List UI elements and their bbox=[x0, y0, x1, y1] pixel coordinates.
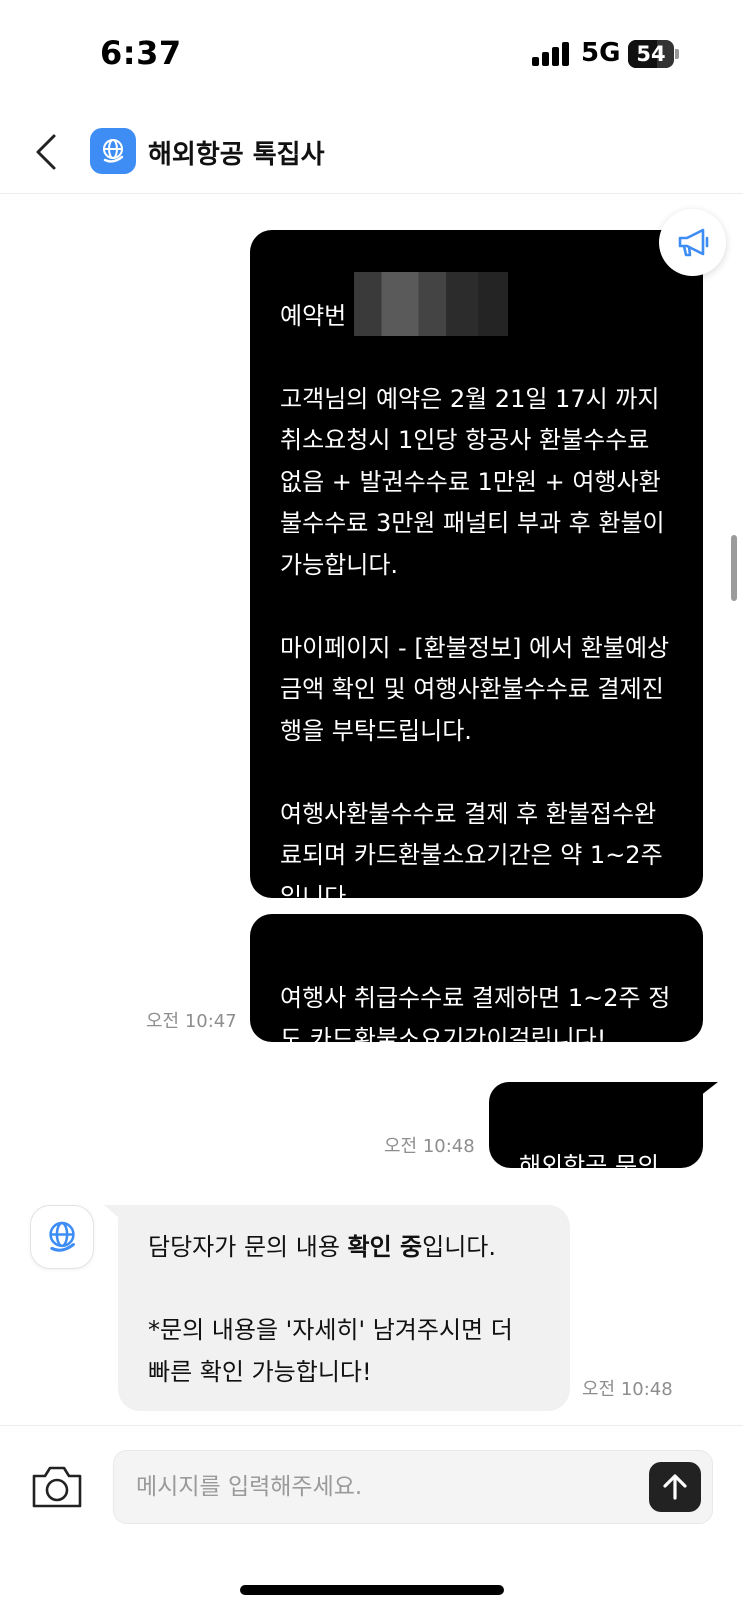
message-field[interactable] bbox=[113, 1450, 713, 1524]
arrow-up-icon bbox=[663, 1474, 687, 1500]
status-bar: 6:37 5G 54 bbox=[0, 0, 743, 110]
camera-icon bbox=[32, 1466, 82, 1508]
message-text: 여행사 취급수수료 결제하면 1~2주 정도 카드환불소요기간이걸립니다! bbox=[280, 983, 671, 1054]
message-bubble: 해외항공 문의 bbox=[489, 1082, 703, 1180]
message-text: 예약번 불안내 고객님의 예약은 2월 21일 17시 까지 취소요청시 1인당… bbox=[280, 301, 670, 911]
message-bubble: 예약번 불안내 고객님의 예약은 2월 21일 17시 까지 취소요청시 1인당… bbox=[250, 230, 703, 911]
redacted-area bbox=[478, 272, 508, 336]
channel-avatar[interactable] bbox=[90, 128, 136, 174]
camera-button[interactable] bbox=[30, 1462, 84, 1512]
signal-icon bbox=[532, 42, 572, 66]
status-time: 6:37 bbox=[100, 34, 182, 72]
message-text: 해외항공 문의 bbox=[519, 1151, 660, 1180]
message-input[interactable] bbox=[136, 1451, 626, 1523]
battery-level: 54 bbox=[636, 42, 666, 66]
send-button[interactable] bbox=[649, 1462, 701, 1512]
input-bar bbox=[0, 1425, 743, 1545]
redacted-area bbox=[446, 272, 480, 336]
message-text-bold: 확인 중 bbox=[347, 1233, 423, 1261]
message-bubble: 여행사 취급수수료 결제하면 1~2주 정도 카드환불소요기간이걸립니다! bbox=[250, 914, 703, 1053]
battery-tip bbox=[675, 49, 679, 59]
back-button[interactable] bbox=[26, 130, 70, 174]
globe-plane-icon bbox=[49, 1221, 75, 1252]
redacted-area bbox=[354, 272, 446, 336]
announcement-button[interactable] bbox=[659, 209, 726, 276]
globe-plane-icon bbox=[103, 139, 124, 163]
chat-header: 해외항공 톡집사 bbox=[0, 110, 743, 194]
message-time: 오전 10:47 bbox=[146, 1011, 237, 1032]
bot-avatar[interactable] bbox=[30, 1205, 94, 1269]
scrollbar[interactable] bbox=[731, 535, 737, 601]
network-label: 5G bbox=[581, 38, 621, 68]
home-indicator[interactable] bbox=[240, 1585, 504, 1595]
message-text: 담당자가 문의 내용 bbox=[148, 1233, 348, 1261]
chat-area[interactable]: 예약번 불안내 고객님의 예약은 2월 21일 17시 까지 취소요청시 1인당… bbox=[0, 195, 743, 1425]
channel-title: 해외항공 톡집사 bbox=[148, 140, 325, 170]
megaphone-icon bbox=[678, 228, 708, 256]
battery-icon: 54 bbox=[628, 40, 674, 68]
chevron-left-icon bbox=[36, 134, 56, 170]
message-time: 오전 10:48 bbox=[384, 1136, 475, 1157]
message-time: 오전 10:48 bbox=[582, 1379, 673, 1400]
message-bubble: 담당자가 문의 내용 확인 중입니다. *문의 내용을 '자세히' 남겨주시면 … bbox=[118, 1205, 570, 1411]
